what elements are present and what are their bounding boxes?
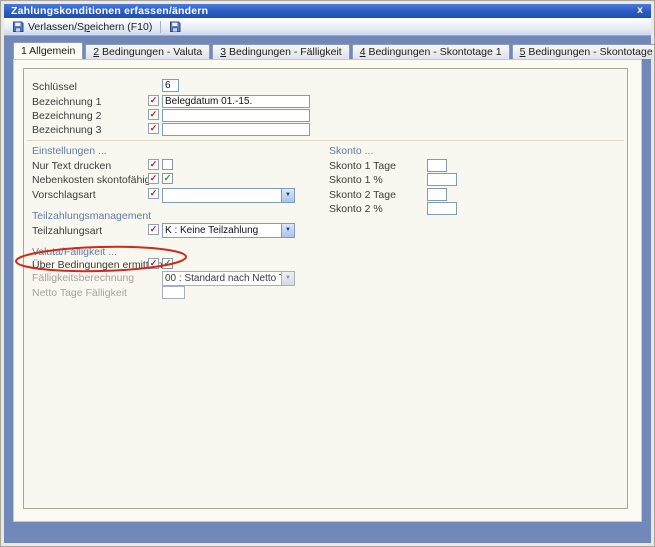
tab-bedingungen-skontotage-2[interactable]: 5 Bedingungen - Skontotage 2 [512,44,655,59]
schluessel-label: Schlüssel [32,81,77,93]
field-edit-check-icon[interactable]: ✓ [148,159,159,170]
save-exit-button[interactable]: Verlassen/Speichern (F10) [8,19,156,34]
nur-text-drucken-checkbox[interactable] [162,159,173,170]
section-einstellungen: Einstellungen ... [32,145,107,157]
ueber-bedingungen-ermitteln-label: Über Bedingungen ermitteln [32,259,163,271]
teilzahlungsart-label: Teilzahlungsart [32,225,102,237]
skonto-1-tage-label: Skonto 1 Tage [329,160,396,172]
section-divider [27,140,624,141]
tab-bedingungen-skontotage-1[interactable]: 4 Bedingungen - Skontotage 1 [352,44,510,59]
save-icon [169,21,181,33]
faelligkeitsberechnung-label: Fälligkeitsberechnung [32,272,134,284]
tabstrip: 1 Allgemein 2 Bedingungen - Valuta 3 Bed… [13,42,655,59]
faelligkeitsberechnung-dropdown: 00 : Standard nach Netto Tagen ▼ [162,271,295,286]
section-valuta-faelligkeit: Valuta/Fälligkeit ... [32,246,117,258]
section-teilzahlungsmanagement: Teilzahlungsmanagement [32,210,151,222]
teilzahlungsart-dropdown[interactable]: K : Keine Teilzahlung ▼ [162,223,295,238]
tab-bedingungen-faelligkeit[interactable]: 3 Bedingungen - Fälligkeit [212,44,349,59]
save-button[interactable] [165,19,185,34]
bezeichnung-3-label: Bezeichnung 3 [32,124,101,136]
nebenkosten-skontofaehig-label: Nebenkosten skontofähig [32,174,151,186]
skonto-1-tage-input[interactable] [427,159,447,172]
vorschlagsart-value [163,189,281,202]
skonto-1-prozent-input[interactable] [427,173,457,186]
dialog-content: 1 Allgemein 2 Bedingungen - Valuta 3 Bed… [4,36,651,543]
chevron-down-icon: ▼ [281,272,294,285]
vorschlagsart-dropdown[interactable]: ▼ [162,188,295,203]
save-icon [12,21,24,33]
nebenkosten-skontofaehig-checkbox[interactable]: ✓ [162,173,173,184]
ueber-bedingungen-ermitteln-checkbox[interactable]: ✓ [162,258,173,269]
netto-tage-faelligkeit-label: Netto Tage Fälligkeit [32,287,127,299]
window-title: Zahlungskonditionen erfassen/ändern [11,5,208,17]
bezeichnung-3-input[interactable] [162,123,310,136]
bezeichnung-1-input[interactable] [162,95,310,108]
field-edit-check-icon[interactable]: ✓ [148,109,159,120]
bezeichnung-2-input[interactable] [162,109,310,122]
form-groupbox: Schlüssel Bezeichnung 1 ✓ Bezeichnung 2 … [23,68,628,509]
toolbar: Verlassen/Speichern (F10) [4,18,651,36]
vorschlagsart-label: Vorschlagsart [32,189,96,201]
dialog-window: Zahlungskonditionen erfassen/ändern x Ve… [0,0,655,547]
field-edit-check-icon[interactable]: ✓ [148,95,159,106]
skonto-2-prozent-input[interactable] [427,202,457,215]
teilzahlungsart-value: K : Keine Teilzahlung [163,224,281,237]
toolbar-separator [160,21,161,33]
tab-allgemein[interactable]: 1 Allgemein [13,42,83,59]
chevron-down-icon[interactable]: ▼ [281,189,294,202]
skonto-1-prozent-label: Skonto 1 % [329,174,383,186]
field-edit-check-icon[interactable]: ✓ [148,188,159,199]
field-edit-check-icon[interactable]: ✓ [148,123,159,134]
field-edit-check-icon[interactable]: ✓ [148,173,159,184]
skonto-2-tage-label: Skonto 2 Tage [329,189,396,201]
field-edit-check-icon[interactable]: ✓ [148,224,159,235]
close-icon[interactable]: x [637,4,643,18]
chevron-down-icon[interactable]: ▼ [281,224,294,237]
tabpage-allgemein: Schlüssel Bezeichnung 1 ✓ Bezeichnung 2 … [13,59,642,522]
tab-bedingungen-valuta[interactable]: 2 Bedingungen - Valuta [85,44,210,59]
save-exit-label: Verlassen/Speichern (F10) [28,21,152,33]
skonto-2-tage-input[interactable] [427,188,447,201]
skonto-2-prozent-label: Skonto 2 % [329,203,383,215]
bezeichnung-2-label: Bezeichnung 2 [32,110,101,122]
field-edit-check-icon[interactable]: ✓ [148,258,159,269]
faelligkeitsberechnung-value: 00 : Standard nach Netto Tagen [163,272,281,285]
nur-text-drucken-label: Nur Text drucken [32,160,111,172]
netto-tage-faelligkeit-input [162,286,185,299]
titlebar[interactable]: Zahlungskonditionen erfassen/ändern x [4,4,651,18]
bezeichnung-1-label: Bezeichnung 1 [32,96,101,108]
section-skonto: Skonto ... [329,145,373,157]
schluessel-input[interactable] [162,79,179,92]
